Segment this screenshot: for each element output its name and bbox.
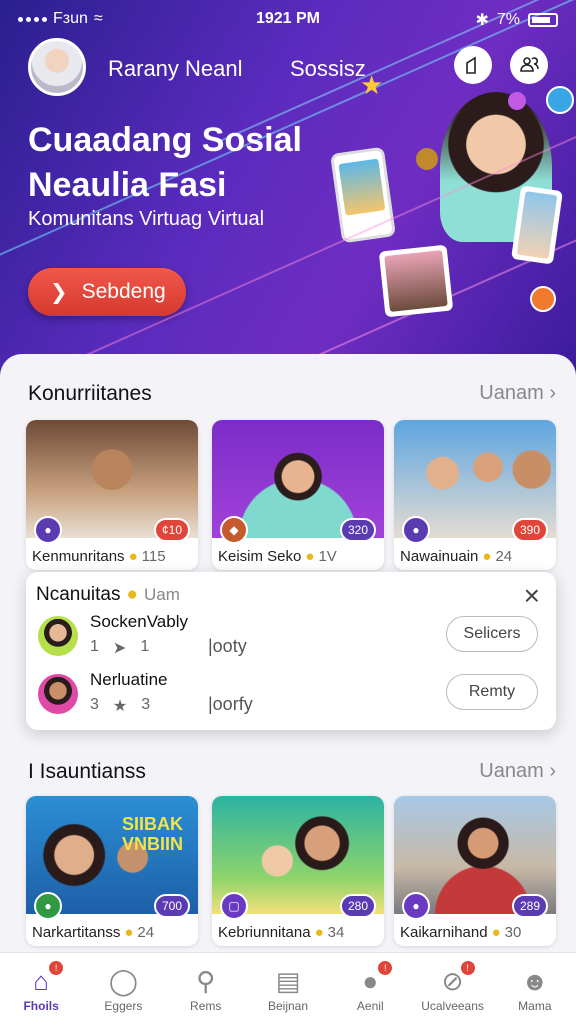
tab-search[interactable]: ⚲ Rems [165, 953, 247, 1024]
user-stats: 1 ➤ 1 [90, 638, 150, 657]
search-icon: ⚲ [196, 966, 216, 996]
community-icon: ◆ [220, 516, 248, 544]
hero-subtitle: Komunitans Virtuag Virtual [28, 208, 265, 230]
community-icon: ▢ [220, 892, 248, 920]
see-all-link[interactable]: Uanam › [479, 760, 556, 783]
chevron-right-icon: ❯ [50, 280, 68, 304]
second-section-header: I Isauntianss Uanam › [28, 760, 556, 790]
compass-icon: ⊘ [441, 966, 464, 996]
group-button[interactable] [510, 46, 548, 84]
cta-button[interactable]: ❯ Sebdeng [28, 268, 186, 316]
coin-icon: ● [128, 548, 138, 565]
coin-icon: ● [126, 584, 138, 605]
notification-dot: ! [460, 961, 475, 975]
user-row: Nerluatine 3 ★ 3 |oorfy Remty [36, 670, 546, 726]
poster-text: SIIBAK VNBIIN [122, 814, 184, 854]
balloon-icon [508, 92, 526, 110]
community-card[interactable]: ● 390 Nawainuain ● 24 [394, 420, 556, 570]
document-icon: ▤ [275, 966, 301, 996]
tab-explore[interactable]: ⊘ ! Ucalveeans [411, 953, 493, 1024]
bottom-tab-bar: ⌂ ! Fhoils ◯ Eggers ⚲ Rems ▤ Beijnan ● !… [0, 952, 576, 1024]
card-badge: 390 [511, 518, 548, 542]
battery-percent: 7% [496, 11, 520, 28]
battery-icon [528, 13, 558, 27]
suggestions-popup: Ncanuitas ● Uam × SockenVably 1 ➤ 1 |ooty … [26, 572, 556, 730]
card-label: Narkartitanss ● 24 [32, 924, 155, 941]
card-badge: 320 [339, 518, 376, 542]
user-name: Nerluatine [90, 670, 168, 689]
badge-icon [546, 86, 574, 114]
notification-dot: ! [49, 961, 64, 975]
community-card[interactable]: ◆ 320 Keisim Seko ● 1V [212, 420, 384, 570]
profile-avatar[interactable] [28, 38, 86, 96]
tab-chat[interactable]: ◯ Eggers [82, 953, 164, 1024]
star-icon: ★ [360, 70, 384, 100]
tab-home[interactable]: ⌂ ! Fhoils [0, 953, 82, 1024]
chat-icon: ◯ [108, 966, 138, 996]
card-label: Kaikarnihand ● 30 [400, 924, 522, 941]
coin-icon: ● [305, 548, 315, 565]
star-icon: ★ [112, 698, 128, 715]
group-icon [520, 57, 539, 72]
tab-document[interactable]: ▤ Beijnan [247, 953, 329, 1024]
user-row: SockenVably 1 ➤ 1 |ooty Selicers [36, 612, 546, 668]
section-title: I Isauntianss [28, 760, 146, 783]
trumpet-icon [416, 148, 438, 170]
user-stats: 3 ★ 3 [90, 696, 151, 715]
avatar[interactable] [36, 614, 80, 658]
popup-title: Ncanuitas ● Uam [36, 584, 180, 605]
photo-illustration [511, 185, 563, 265]
profile-icon: ☻ [521, 966, 549, 996]
community-card[interactable]: ▢ 280 Kebriunnitana ● 34 [212, 796, 384, 946]
follow-button[interactable]: Remty [446, 674, 538, 710]
send-icon: ➤ [112, 640, 127, 657]
card-badge: 700 [153, 894, 190, 918]
coin-icon: ● [124, 924, 134, 941]
section-title: Konurriitanes [28, 382, 152, 405]
tab-messages[interactable]: ● ! Aenil [329, 953, 411, 1024]
home-button[interactable] [454, 46, 492, 84]
user-tag: |ooty [208, 636, 247, 656]
status-bar: Fзun ≈ 1921 PM ✱ 7% [0, 10, 576, 30]
card-label: Kenmunritans ● 115 [32, 548, 166, 565]
user-name: SockenVably [90, 612, 188, 631]
follow-button[interactable]: Selicers [446, 616, 538, 652]
hero-title: Cuaadang Sosial Neaulia Fasi [28, 121, 302, 204]
user-name[interactable]: Rarany Neanl [108, 56, 243, 82]
bluetooth-icon: ✱ [475, 12, 489, 29]
home-icon [466, 56, 476, 74]
home-icon: ⌂ [33, 966, 49, 996]
community-icon: ● [402, 892, 430, 920]
hero-banner: Fзun ≈ 1921 PM ✱ 7% Rarany Neanl Sossisz… [0, 0, 576, 380]
message-icon: ● [362, 966, 379, 996]
community-icon: ● [34, 892, 62, 920]
card-label: Keisim Seko ● 1V [218, 548, 337, 565]
card-badge: 280 [339, 894, 376, 918]
card-label: Nawainuain ● 24 [400, 548, 513, 565]
card-badge: 289 [511, 894, 548, 918]
photo-illustration [378, 244, 454, 318]
notification-dot: ! [378, 961, 393, 975]
header-link[interactable]: Sossisz [290, 56, 366, 82]
coin-icon: ● [482, 548, 492, 565]
community-card[interactable]: ● ¢10 Kenmunritans ● 115 [26, 420, 198, 570]
community-card[interactable]: SIIBAK VNBIIN ● 700 Narkartitanss ● 24 [26, 796, 198, 946]
communities-header: Konurriitanes Uanam › [28, 382, 556, 412]
badge-icon [530, 286, 556, 312]
community-icon: ● [34, 516, 62, 544]
coin-icon: ● [491, 924, 501, 941]
user-tag: |oorfy [208, 694, 253, 714]
community-icon: ● [402, 516, 430, 544]
coin-icon: ● [314, 924, 324, 941]
cta-label: Sebdeng [81, 280, 166, 303]
card-label: Kebriunnitana ● 34 [218, 924, 345, 941]
see-all-link[interactable]: Uanam › [479, 382, 556, 405]
avatar[interactable] [36, 672, 80, 716]
tab-profile[interactable]: ☻ Mama [494, 953, 576, 1024]
community-card[interactable]: ● 289 Kaikarnihand ● 30 [394, 796, 556, 946]
card-badge: ¢10 [153, 518, 190, 542]
phone-illustration [329, 146, 397, 244]
close-icon[interactable]: × [524, 580, 540, 612]
